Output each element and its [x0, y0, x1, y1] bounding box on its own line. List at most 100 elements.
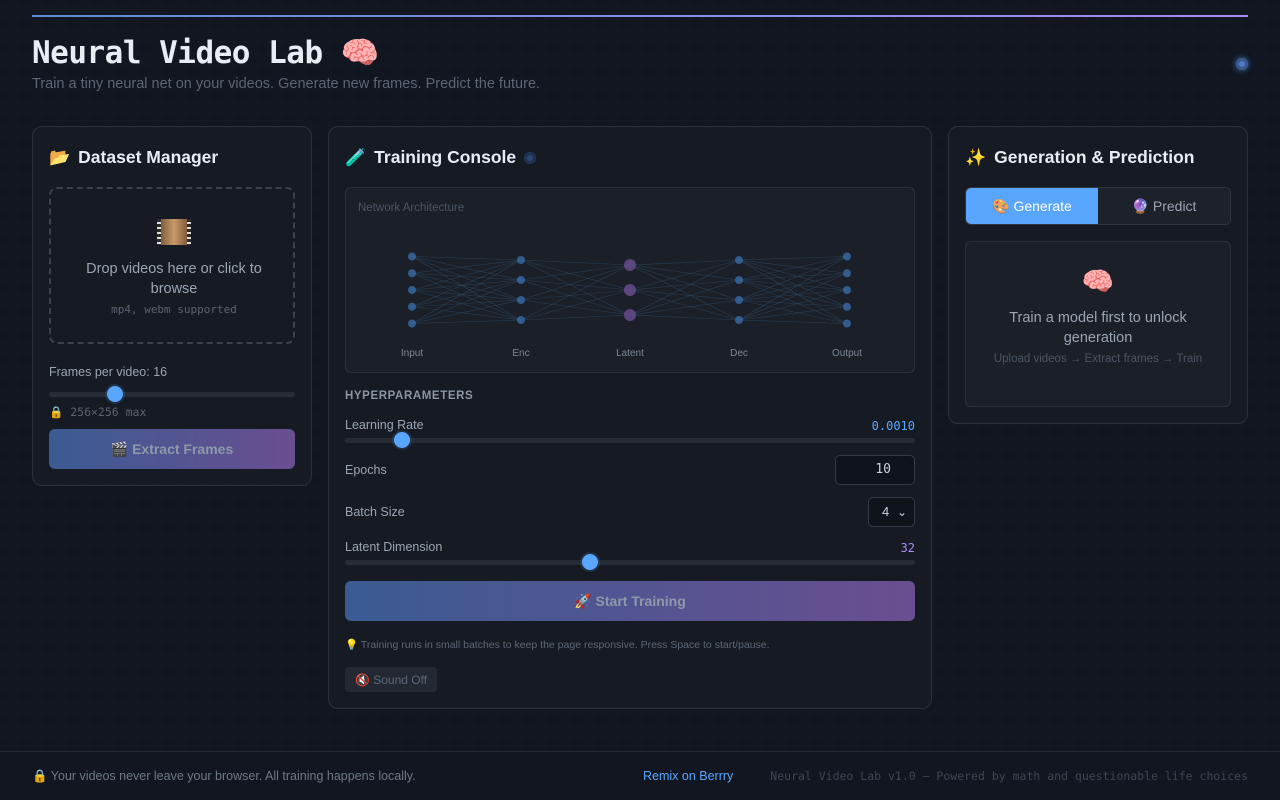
training-tip: 💡 Training runs in small batches to keep… — [345, 639, 770, 651]
start-training-button[interactable]: 🚀 Start Training — [345, 581, 915, 621]
network-connection — [629, 264, 740, 281]
learning-rate-slider[interactable] — [345, 432, 915, 448]
tab-generate[interactable]: 🎨 Generate — [966, 188, 1098, 224]
generation-title-text: Generation & Prediction — [994, 147, 1195, 167]
network-node — [624, 259, 636, 271]
network-connection — [738, 256, 848, 261]
generation-title: ✨ Generation & Prediction — [965, 147, 1194, 168]
test-tube-icon: 🧪 — [345, 147, 367, 167]
network-connection — [411, 319, 522, 324]
network-node — [517, 256, 525, 264]
network-connection — [411, 256, 522, 261]
footer-credit: Neural Video Lab v1.0 — Powered by math … — [770, 769, 1248, 783]
network-connection — [520, 299, 631, 316]
generation-empty-state: 🧠 Train a model first to unlock generati… — [965, 241, 1231, 407]
network-node — [735, 296, 743, 304]
frames-per-video-slider[interactable] — [49, 386, 295, 402]
training-console-panel: 🧪 Training Console Network Architecture … — [328, 126, 932, 709]
generation-panel: ✨ Generation & Prediction 🎨 Generate 🔮 P… — [948, 126, 1248, 424]
network-node — [735, 276, 743, 284]
network-connection — [738, 259, 848, 274]
network-connection — [411, 259, 522, 308]
network-connection — [738, 306, 848, 321]
network-node — [624, 284, 636, 296]
network-node — [408, 269, 416, 278]
folder-icon: 📂 — [49, 147, 71, 167]
network-connection — [411, 306, 522, 321]
network-connection — [520, 264, 631, 281]
empty-state-message: Train a model first to unlock generation — [1009, 310, 1187, 346]
network-connection — [738, 289, 848, 321]
network-connection — [629, 259, 740, 316]
dropzone-format-hint: mp4, webm supported — [111, 303, 237, 316]
network-connection — [738, 259, 848, 291]
frames-per-video-label: Frames per video: 16 — [49, 365, 168, 379]
layer-label: Output — [832, 348, 862, 359]
network-node — [408, 302, 416, 311]
layer-label: Input — [401, 348, 423, 359]
learning-rate-value: 0.0010 — [871, 419, 915, 433]
epochs-input[interactable]: 10 — [835, 455, 915, 485]
network-connection — [738, 319, 848, 324]
latent-dimension-label: Latent Dimension — [345, 540, 443, 554]
network-connection — [520, 264, 631, 321]
learning-rate-thumb[interactable] — [394, 432, 410, 448]
network-node — [517, 296, 525, 304]
network-node — [624, 309, 636, 321]
layer-label: Enc — [512, 348, 529, 359]
dataset-manager-title-text: Dataset Manager — [78, 147, 219, 167]
status-indicator-icon — [1236, 58, 1248, 70]
network-node — [843, 302, 851, 311]
size-limit-note: 🔒 256×256 max — [49, 405, 147, 419]
training-status-dot-icon — [524, 151, 537, 164]
dataset-manager-panel: 📂 Dataset Manager Drop videos here or cl… — [32, 126, 312, 486]
epochs-label: Epochs — [345, 463, 387, 477]
film-icon — [157, 219, 191, 245]
header-accent-line — [32, 15, 1248, 17]
network-node — [517, 316, 525, 324]
remix-link[interactable]: Remix on Berrry — [643, 769, 733, 783]
learning-rate-label: Learning Rate — [345, 418, 424, 432]
network-connection — [629, 264, 740, 321]
latent-dimension-slider[interactable] — [345, 554, 915, 570]
page-subtitle: Train a tiny neural net on your videos. … — [32, 76, 541, 92]
network-connection — [411, 272, 522, 321]
sound-toggle-button[interactable]: 🔇 Sound Off — [345, 667, 437, 692]
privacy-note: 🔒 Your videos never leave your browser. … — [32, 769, 416, 783]
network-node — [408, 319, 416, 328]
network-connection — [629, 299, 740, 316]
network-node — [843, 286, 851, 294]
hyperparameters-heading: HYPERPARAMETERS — [345, 390, 474, 402]
network-node — [843, 269, 851, 278]
network-connection — [411, 289, 522, 321]
network-architecture-view: Network Architecture Input Enc Latent Dec Ou… — [345, 187, 915, 373]
network-connection — [411, 259, 522, 274]
network-node — [843, 252, 851, 261]
sparkles-icon: ✨ — [965, 147, 987, 167]
extract-frames-button[interactable]: 🎬 Extract Frames — [49, 429, 295, 469]
batch-size-label: Batch Size — [345, 505, 405, 519]
training-console-title: 🧪 Training Console — [345, 147, 537, 168]
batch-size-select[interactable]: 4 ⌄ — [868, 497, 915, 527]
network-node — [843, 319, 851, 328]
footer: 🔒 Your videos never leave your browser. … — [0, 751, 1280, 800]
tab-predict[interactable]: 🔮 Predict — [1098, 188, 1230, 224]
frames-slider-thumb[interactable] — [107, 386, 123, 402]
dropzone-text: Drop videos here or click to browse — [86, 261, 262, 297]
network-node — [735, 316, 743, 324]
network-connection — [411, 259, 522, 291]
network-node — [408, 252, 416, 261]
video-dropzone[interactable]: Drop videos here or click to browse mp4,… — [49, 187, 295, 344]
empty-state-hint: Upload videos → Extract frames → Train — [993, 353, 1203, 365]
latent-dimension-thumb[interactable] — [582, 554, 598, 570]
network-node — [517, 276, 525, 284]
network-connection — [520, 259, 631, 316]
network-connection — [738, 259, 848, 308]
generation-tabs: 🎨 Generate 🔮 Predict — [965, 187, 1231, 225]
dataset-manager-title: 📂 Dataset Manager — [49, 147, 218, 168]
network-node — [408, 286, 416, 294]
training-console-title-text: Training Console — [374, 147, 517, 167]
page-title: Neural Video Lab 🧠 — [32, 35, 379, 71]
batch-size-value: 4 — [882, 504, 890, 519]
network-connection — [738, 272, 848, 321]
